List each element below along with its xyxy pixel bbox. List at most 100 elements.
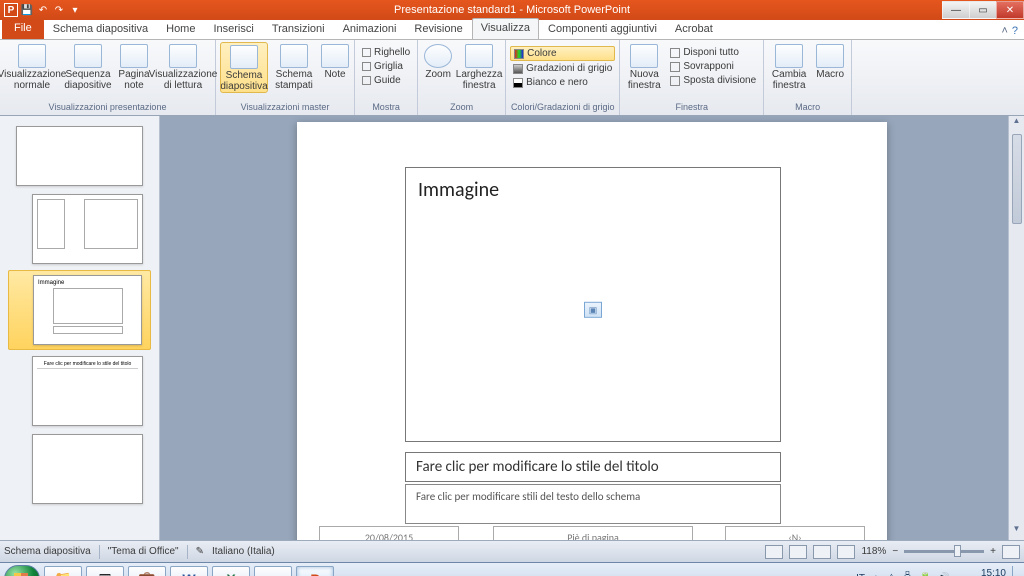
handout-master-button[interactable]: Schema stampati	[271, 42, 317, 93]
fit-window-button[interactable]: Larghezza finestra	[457, 42, 501, 91]
sorter-view-icon[interactable]	[789, 545, 807, 559]
tab-transitions[interactable]: Transizioni	[263, 19, 334, 39]
slidenum-placeholder[interactable]: ‹N›	[725, 526, 865, 540]
color-mode-button[interactable]: Colore	[510, 46, 615, 61]
move-split-button[interactable]: Sposta divisione	[667, 74, 759, 87]
tab-home[interactable]: Home	[157, 19, 204, 39]
zoom-button[interactable]: Zoom	[422, 42, 454, 91]
group-label: Macro	[768, 101, 847, 113]
tab-review[interactable]: Revisione	[405, 19, 471, 39]
footer-placeholder[interactable]: Piè di pagina	[493, 526, 693, 540]
slide-master-page[interactable]: Immagine ▣ Fare clic per modificare lo s…	[297, 122, 887, 540]
status-bar: Schema diapositiva "Tema di Office" ✎ It…	[0, 540, 1024, 562]
status-view-mode: Schema diapositiva	[4, 546, 91, 557]
minimize-button[interactable]: —	[942, 1, 970, 19]
title-placeholder[interactable]: Fare clic per modificare lo stile del ti…	[405, 452, 781, 482]
spellcheck-icon[interactable]: ✎	[196, 546, 204, 557]
group-color: Colore Gradazioni di grigio Bianco e ner…	[506, 40, 620, 115]
tab-insert[interactable]: Inserisci	[204, 19, 262, 39]
start-button[interactable]	[4, 565, 40, 576]
tab-file[interactable]: File	[2, 19, 44, 39]
taskbar-explorer[interactable]: 📁	[44, 566, 82, 576]
zoom-level[interactable]: 118%	[861, 546, 886, 557]
help-icon[interactable]: ?	[1012, 25, 1018, 37]
powerpoint-icon: P	[4, 3, 18, 17]
notes-master-button[interactable]: Note	[320, 42, 350, 93]
grayscale-button[interactable]: Gradazioni di grigio	[510, 62, 615, 75]
group-label: Mostra	[359, 101, 413, 113]
taskbar-word[interactable]: W	[170, 566, 208, 576]
body-placeholder[interactable]: Fare clic per modificare stili del testo…	[405, 484, 781, 524]
picture-icon[interactable]: ▣	[584, 301, 602, 317]
zoom-slider[interactable]	[904, 550, 984, 553]
cascade-button[interactable]: Sovrapponi	[667, 60, 759, 73]
grid-toggle[interactable]: Griglia	[359, 60, 413, 73]
view-sorter-button[interactable]: Sequenza diapositive	[63, 42, 113, 91]
tray-clock[interactable]: 15:10 20/08/2015	[956, 568, 1006, 576]
group-label: Zoom	[422, 101, 501, 113]
date-placeholder[interactable]: 20/08/2015	[319, 526, 459, 540]
slideshow-view-icon[interactable]	[837, 545, 855, 559]
zoom-in-icon[interactable]: +	[990, 546, 996, 557]
group-presentation-views: Visualizzazione normale Sequenza diaposi…	[0, 40, 216, 115]
new-window-button[interactable]: Nuova finestra	[624, 42, 664, 91]
layout-thumbnail-selected[interactable]: Immagine	[8, 270, 151, 350]
master-thumbnail[interactable]	[0, 122, 159, 190]
status-theme: "Tema di Office"	[108, 546, 179, 557]
slide-master-button[interactable]: Schema diapositiva	[220, 42, 268, 93]
close-button[interactable]: ✕	[996, 1, 1024, 19]
taskbar-app[interactable]: 💼	[128, 566, 166, 576]
normal-view-icon[interactable]	[765, 545, 783, 559]
scrollbar-thumb[interactable]	[1012, 134, 1022, 224]
macro-button[interactable]: Macro	[813, 42, 847, 91]
view-reading-button[interactable]: Visualizzazione di lettura	[155, 42, 211, 91]
taskbar-ie[interactable]: e	[254, 566, 292, 576]
ribbon: Visualizzazione normale Sequenza diaposi…	[0, 40, 1024, 116]
window-title: Presentazione standard1 - Microsoft Powe…	[394, 4, 630, 16]
arrange-all-button[interactable]: Disponi tutto	[667, 46, 759, 59]
tab-schema[interactable]: Schema diapositiva	[44, 19, 157, 39]
guides-toggle[interactable]: Guide	[359, 74, 413, 87]
redo-icon[interactable]: ↷	[52, 3, 66, 17]
qat-more-icon[interactable]: ▾	[68, 3, 82, 17]
tab-acrobat[interactable]: Acrobat	[666, 19, 722, 39]
group-label: Visualizzazioni presentazione	[4, 101, 211, 113]
image-placeholder[interactable]: Immagine ▣	[405, 167, 781, 442]
taskbar-excel[interactable]: X	[212, 566, 250, 576]
title-bar: P 💾 ↶ ↷ ▾ Presentazione standard1 - Micr…	[0, 0, 1024, 20]
tab-view[interactable]: Visualizza	[472, 18, 539, 39]
quick-access-toolbar: P 💾 ↶ ↷ ▾	[4, 3, 82, 17]
ribbon-minimize-icon[interactable]: ˄	[1001, 25, 1007, 37]
vertical-scrollbar[interactable]: ▲ ▼	[1008, 116, 1024, 540]
maximize-button[interactable]: ▭	[969, 1, 997, 19]
layout-thumbnail[interactable]: Fare clic per modificare lo stile del ti…	[0, 352, 159, 430]
group-label: Finestra	[624, 101, 759, 113]
tab-addins[interactable]: Componenti aggiuntivi	[539, 19, 666, 39]
ruler-toggle[interactable]: Righello	[359, 46, 413, 59]
group-zoom: Zoom Larghezza finestra Zoom	[418, 40, 506, 115]
taskbar-app[interactable]: ▦	[86, 566, 124, 576]
scroll-up-icon[interactable]: ▲	[1009, 116, 1024, 132]
zoom-out-icon[interactable]: −	[892, 546, 898, 557]
taskbar-powerpoint[interactable]: P	[296, 566, 334, 576]
image-placeholder-label: Immagine	[406, 168, 780, 212]
reading-view-icon[interactable]	[813, 545, 831, 559]
scroll-down-icon[interactable]: ▼	[1009, 524, 1024, 540]
undo-icon[interactable]: ↶	[36, 3, 50, 17]
bw-button[interactable]: Bianco e nero	[510, 76, 615, 89]
layout-thumbnail[interactable]	[0, 190, 159, 268]
view-notes-button[interactable]: Pagina note	[116, 42, 152, 91]
view-normal-button[interactable]: Visualizzazione normale	[4, 42, 60, 91]
layout-thumbnail[interactable]	[0, 430, 159, 508]
tray-network-icon[interactable]: 🖧	[902, 570, 913, 576]
switch-window-button[interactable]: Cambia finestra	[768, 42, 810, 91]
status-language[interactable]: Italiano (Italia)	[212, 546, 275, 557]
show-desktop-button[interactable]	[1012, 566, 1020, 576]
system-tray: IT ▲ ⚠ 🖧 🔋 🔊 15:10 20/08/2015	[856, 566, 1020, 576]
group-macro: Cambia finestra Macro Macro	[764, 40, 852, 115]
fit-slide-icon[interactable]	[1002, 545, 1020, 559]
save-icon[interactable]: 💾	[20, 3, 34, 17]
slide-canvas: Immagine ▣ Fare clic per modificare lo s…	[160, 116, 1024, 540]
slide-thumbnails-panel: Immagine Fare clic per modificare lo sti…	[0, 116, 160, 540]
tab-animations[interactable]: Animazioni	[334, 19, 406, 39]
